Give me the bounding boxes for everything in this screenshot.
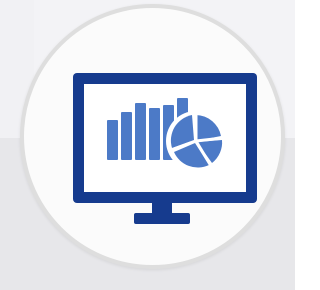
bar-chart-bar bbox=[107, 120, 118, 160]
icon-canvas bbox=[0, 0, 295, 290]
monitor-analytics-icon-svg bbox=[73, 73, 257, 224]
bar-chart-bar bbox=[135, 103, 146, 160]
monitor-analytics-icon bbox=[0, 0, 295, 290]
monitor-stand-base bbox=[134, 213, 190, 224]
bar-chart-bar bbox=[149, 108, 160, 160]
bar-chart-bar bbox=[121, 112, 132, 160]
pie-chart-icon bbox=[166, 111, 226, 171]
